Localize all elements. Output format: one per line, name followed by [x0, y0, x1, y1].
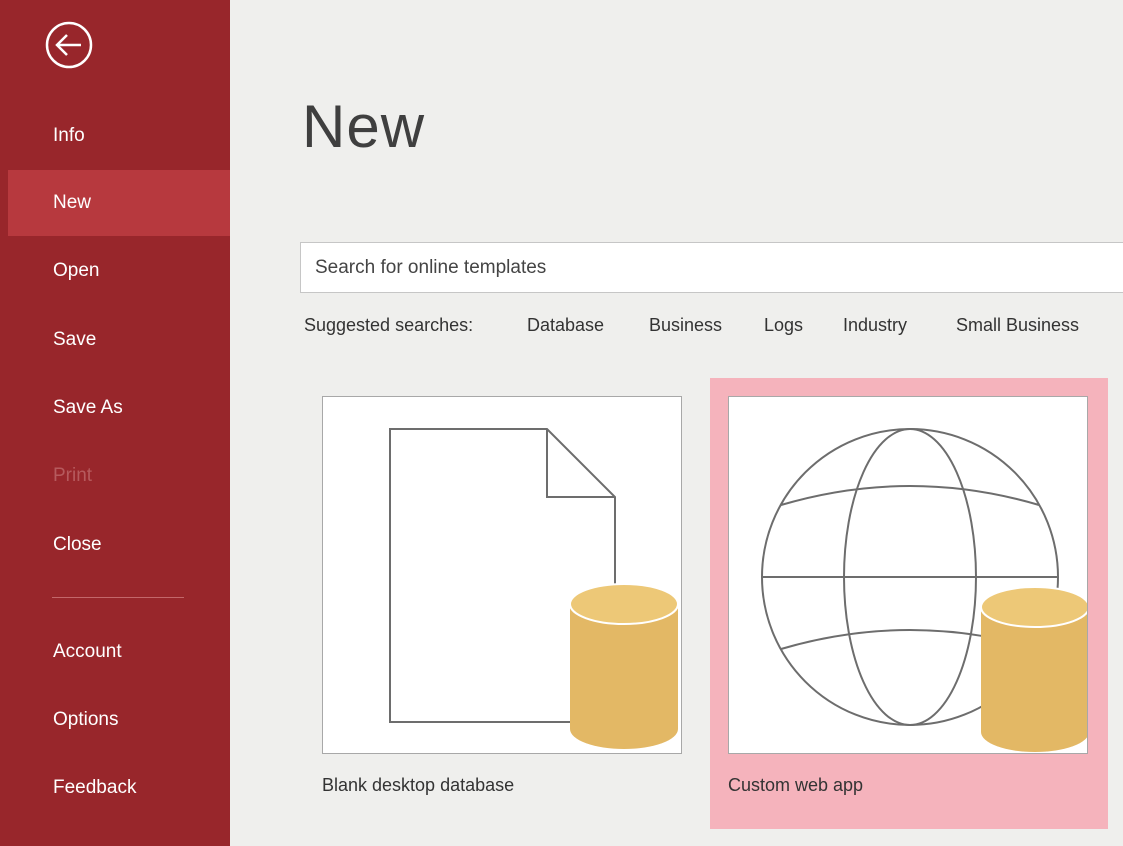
template-card-custom-web-app[interactable]	[728, 396, 1088, 754]
nav-item-save[interactable]: Save	[8, 307, 230, 373]
back-button[interactable]	[44, 20, 94, 70]
nav-item-info[interactable]: Info	[8, 103, 230, 169]
suggested-link-logs[interactable]: Logs	[764, 315, 803, 336]
nav-item-account[interactable]: Account	[8, 619, 230, 685]
sidebar-divider	[52, 597, 184, 598]
suggested-link-business[interactable]: Business	[649, 315, 722, 336]
back-arrow-icon	[45, 21, 93, 69]
suggested-link-industry[interactable]: Industry	[843, 315, 907, 336]
nav-item-close[interactable]: Close	[8, 512, 230, 578]
nav-item-open[interactable]: Open	[8, 238, 230, 304]
template-card-blank-desktop-database[interactable]	[322, 396, 682, 754]
nav-item-save-as[interactable]: Save As	[8, 375, 230, 441]
blank-document-database-icon	[389, 428, 679, 749]
nav-item-new[interactable]: New	[8, 170, 230, 236]
page-title: New	[302, 93, 426, 160]
template-label-blank-desktop-database[interactable]: Blank desktop database	[322, 775, 514, 796]
suggested-link-small-business[interactable]: Small Business	[956, 315, 1079, 336]
nav-item-feedback[interactable]: Feedback	[8, 755, 230, 821]
template-label-custom-web-app[interactable]: Custom web app	[728, 775, 863, 796]
nav-item-options[interactable]: Options	[8, 687, 230, 753]
globe-database-icon	[761, 428, 1087, 752]
backstage-sidebar: Info New Open Save Save As Print Close A…	[0, 0, 230, 846]
suggested-link-database[interactable]: Database	[527, 315, 604, 336]
suggested-searches-label: Suggested searches:	[304, 315, 474, 335]
nav-item-print: Print	[53, 465, 93, 486]
template-search-input[interactable]	[300, 242, 1123, 293]
